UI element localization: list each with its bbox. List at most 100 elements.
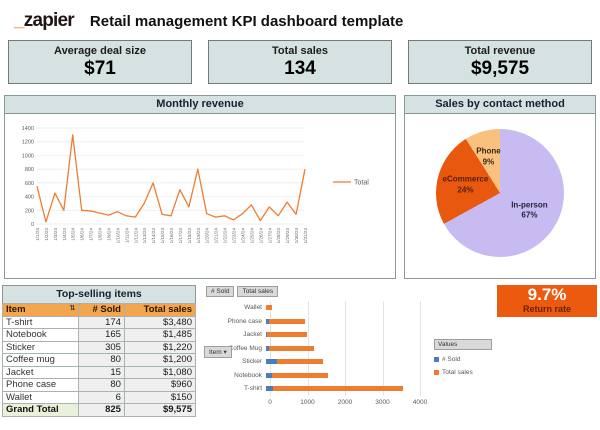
svg-text:1/28/24: 1/28/24 <box>276 228 281 244</box>
bar-track <box>266 328 416 342</box>
kpi-average-deal-size: Average deal size $71 <box>8 40 192 84</box>
bar-chart-x-axis: 01000200030004000 <box>270 399 420 409</box>
table-row: T-shirt174$3,480 <box>3 316 196 329</box>
return-rate-label: Return rate <box>497 304 597 314</box>
item-cell: Jacket <box>3 366 79 379</box>
return-rate-card: 9.7% Return rate <box>497 285 597 317</box>
table-header-row: Item⇅ # Sold Total sales <box>3 304 196 317</box>
item-cell: T-shirt <box>3 316 79 329</box>
svg-text:Total: Total <box>354 180 369 187</box>
item-cell: Notebook <box>3 329 79 342</box>
bar-category-label: Phone case <box>200 318 266 325</box>
logo-underscore-icon: _ <box>14 10 24 31</box>
bar-segment <box>266 305 272 310</box>
svg-text:1/4/24: 1/4/24 <box>62 228 67 241</box>
x-tick-label: 1000 <box>300 399 314 406</box>
bar-segment <box>269 346 314 351</box>
svg-text:0: 0 <box>31 222 34 228</box>
svg-text:1/3/24: 1/3/24 <box>53 228 58 241</box>
svg-text:200: 200 <box>25 208 34 214</box>
item-cell: Sticker <box>3 341 79 354</box>
svg-text:1/21/24: 1/21/24 <box>214 228 219 244</box>
bar-segment <box>277 359 323 364</box>
kpi-label: Total revenue <box>409 45 591 57</box>
svg-text:1/9/24: 1/9/24 <box>106 228 111 241</box>
x-tick-label: 3000 <box>375 399 389 406</box>
kpi-value: $9,575 <box>409 58 591 80</box>
sort-icon[interactable]: ⇅ <box>70 304 76 312</box>
value-cell: 80 <box>79 354 125 367</box>
kpi-value: 134 <box>209 58 391 80</box>
svg-text:1/11/24: 1/11/24 <box>124 228 129 243</box>
svg-text:1/5/24: 1/5/24 <box>71 228 76 241</box>
value-cell: 15 <box>79 366 125 379</box>
value-cell: $150 <box>124 391 195 404</box>
field-button-total-sales[interactable]: Total sales <box>237 286 278 297</box>
legend-items: # Sold Total sales <box>434 356 492 376</box>
kpi-total-sales: Total sales 134 <box>208 40 392 84</box>
page-title: Retail management KPI dashboard template <box>90 13 403 30</box>
bar-category-label: T-shirt <box>200 385 266 392</box>
pie-slice-label: In-person67% <box>511 201 547 222</box>
bar-track <box>266 369 416 383</box>
field-button-sold[interactable]: # Sold <box>206 286 234 297</box>
svg-text:1/19/24: 1/19/24 <box>196 228 201 244</box>
svg-text:1/13/24: 1/13/24 <box>142 228 147 244</box>
value-cell: 165 <box>79 329 125 342</box>
item-cell: Wallet <box>3 391 79 404</box>
gridline <box>420 301 421 396</box>
item-cell: Grand Total <box>3 404 79 417</box>
value-cell: $1,485 <box>124 329 195 342</box>
value-cell: $1,200 <box>124 354 195 367</box>
top-selling-items: Top-selling items Item⇅ # Sold Total sal… <box>2 285 196 417</box>
item-cell: Coffee mug <box>3 354 79 367</box>
contact-method-panel: Sales by contact method In-person67%eCom… <box>404 95 596 279</box>
svg-text:1/6/24: 1/6/24 <box>80 228 85 241</box>
legend-swatch-icon <box>434 357 439 362</box>
bar-segment <box>269 319 305 324</box>
svg-text:1/15/24: 1/15/24 <box>160 228 165 244</box>
bar-track <box>266 301 416 315</box>
svg-text:1/2/24: 1/2/24 <box>44 228 49 241</box>
svg-text:1000: 1000 <box>22 153 34 159</box>
table-row: Phone case80$960 <box>3 379 196 392</box>
column-header-total-sales[interactable]: Total sales <box>124 304 195 317</box>
column-header-item[interactable]: Item⇅ <box>3 304 79 317</box>
logo-text: zapier <box>24 10 74 31</box>
svg-text:1/20/24: 1/20/24 <box>205 228 210 244</box>
svg-text:1/8/24: 1/8/24 <box>98 228 103 241</box>
table-row: Jacket15$1,080 <box>3 366 196 379</box>
bar-row: Notebook <box>200 369 420 383</box>
svg-text:1/27/24: 1/27/24 <box>267 228 272 244</box>
table-row: Wallet6$150 <box>3 391 196 404</box>
x-tick-label: 0 <box>268 399 272 406</box>
svg-text:1/7/24: 1/7/24 <box>89 228 94 241</box>
item-cell: Phone case <box>3 379 79 392</box>
legend-item: Total sales <box>434 369 492 376</box>
value-cell: 305 <box>79 341 125 354</box>
bar-segment <box>272 373 328 378</box>
legend-swatch-icon <box>434 370 439 375</box>
item-axis-button[interactable]: Item ▾ <box>204 346 232 358</box>
bottom-row: Top-selling items Item⇅ # Sold Total sal… <box>0 284 600 426</box>
svg-text:1/29/24: 1/29/24 <box>285 228 290 244</box>
svg-text:1400: 1400 <box>22 126 34 132</box>
bar-category-label: Notebook <box>200 372 266 379</box>
zapier-logo: _zapier <box>14 10 74 32</box>
svg-text:600: 600 <box>25 181 34 187</box>
svg-text:1/23/24: 1/23/24 <box>232 228 237 244</box>
legend-item: # Sold <box>434 356 492 363</box>
svg-text:1/16/24: 1/16/24 <box>169 228 174 244</box>
bar-row: Phone case <box>200 315 420 329</box>
contact-method-title: Sales by contact method <box>405 96 595 114</box>
table-row: Notebook165$1,485 <box>3 329 196 342</box>
bar-row: Coffee Mug <box>200 342 420 356</box>
monthly-revenue-line-chart: 02004006008001000120014001/1/241/2/241/3… <box>7 116 393 276</box>
column-header-sold[interactable]: # Sold <box>79 304 125 317</box>
top-selling-items-title: Top-selling items <box>2 285 196 303</box>
x-tick-label: 4000 <box>413 399 427 406</box>
bar-segment <box>266 359 277 364</box>
bar-segment <box>273 386 404 391</box>
values-field-button[interactable]: Values <box>434 339 492 350</box>
value-cell: 825 <box>79 404 125 417</box>
